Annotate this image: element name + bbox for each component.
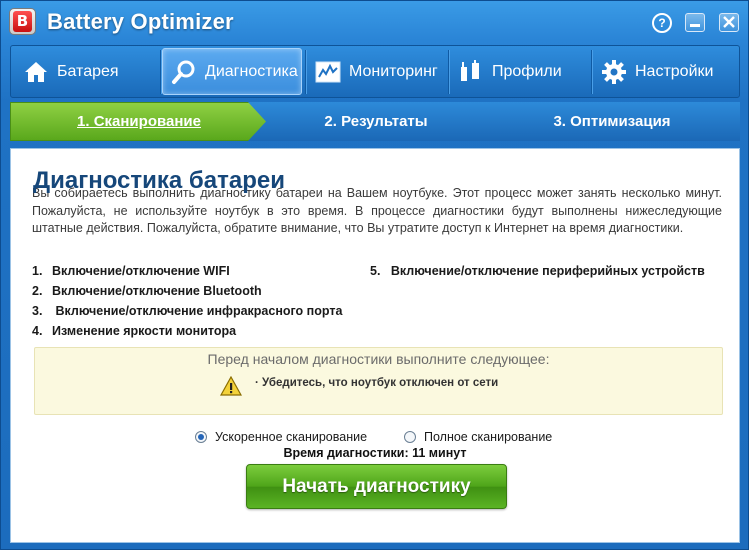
list-item: 3. Включение/отключение инфракрасного по… [32, 304, 343, 318]
step-label: 1. Сканирование [77, 113, 201, 130]
nav-separator [591, 50, 592, 94]
warning-icon [220, 376, 242, 396]
gear-icon [601, 59, 627, 85]
prerequisite-notice: Перед началом диагностики выполните след… [34, 347, 723, 415]
list-item: 5. Включение/отключение периферийных уст… [370, 264, 705, 278]
app-window: B Battery Optimizer ? Батарея Диагностик… [0, 0, 749, 550]
quick-scan-option[interactable]: Ускоренное сканирование [195, 430, 367, 444]
step-label: 3. Оптимизация [553, 113, 671, 130]
step-results: 2. Результаты [248, 102, 504, 141]
nav-separator [305, 50, 306, 94]
app-logo-icon: B [9, 8, 36, 35]
list-item: 2. Включение/отключение Bluetooth [32, 284, 262, 298]
magnifier-icon [171, 59, 197, 85]
window-title: Battery Optimizer [47, 9, 234, 34]
nav-item-diagnostics[interactable]: Диагностика [162, 48, 302, 95]
nav-item-battery[interactable]: Батарея [23, 48, 163, 95]
main-nav: Батарея Диагностика Мониторинг Профили Н… [10, 45, 740, 98]
notice-item: · Убедитесь, что ноутбук отключен от сет… [255, 377, 499, 389]
nav-item-profiles[interactable]: Профили [458, 48, 590, 95]
help-button[interactable]: ? [652, 13, 672, 33]
page-title: Диагностика батареи [33, 167, 285, 194]
nav-item-label: Мониторинг [349, 62, 438, 80]
notice-title: Перед началом диагностики выполните след… [207, 351, 550, 367]
list-item: 1. Включение/отключение WIFI [32, 264, 230, 278]
actions-list-left: 1. Включение/отключение WIFI 2. Включение/… [32, 261, 342, 341]
plug-icon [458, 59, 484, 85]
nav-item-settings[interactable]: Настройки [601, 48, 739, 95]
diagnostic-time: Время диагностики: 11 минут [283, 446, 467, 460]
step-optimization: 3. Оптимизация [484, 102, 740, 141]
close-icon [723, 16, 735, 28]
nav-separator [448, 50, 449, 94]
nav-item-label: Настройки [635, 62, 714, 80]
nav-item-label: Батарея [57, 62, 119, 80]
quick-scan-radio[interactable] [195, 431, 207, 443]
title-bar[interactable]: B Battery Optimizer ? [1, 1, 748, 45]
nav-item-label: Профили [492, 62, 562, 80]
nav-item-monitoring[interactable]: Мониторинг [315, 48, 447, 95]
start-diagnostics-button[interactable]: Начать диагностику [246, 464, 507, 509]
nav-separator [160, 50, 161, 94]
home-icon [23, 59, 49, 85]
minimize-icon [690, 24, 700, 27]
full-scan-radio[interactable] [404, 431, 416, 443]
quick-scan-label: Ускоренное сканирование [215, 430, 368, 444]
chart-icon [315, 59, 341, 85]
nav-item-label: Диагностика [205, 62, 298, 80]
close-button[interactable] [719, 13, 739, 32]
wizard-steps: 1. Сканирование 2. Результаты 3. Оптимиз… [10, 102, 740, 141]
app-logo-letter: B [13, 11, 32, 32]
minimize-button[interactable] [685, 13, 705, 32]
content-panel: Вы собираетесь выполнить диагностику бат… [10, 148, 740, 543]
full-scan-option[interactable]: Полное сканирование [404, 430, 552, 444]
full-scan-label: Полное сканирование [424, 430, 553, 444]
step-label: 2. Результаты [324, 113, 428, 130]
actions-list-right: 5. Включение/отключение периферийных уст… [370, 261, 705, 281]
list-item: 4. Изменение яркости монитора [32, 324, 237, 338]
step-scanning[interactable]: 1. Сканирование [10, 102, 268, 141]
